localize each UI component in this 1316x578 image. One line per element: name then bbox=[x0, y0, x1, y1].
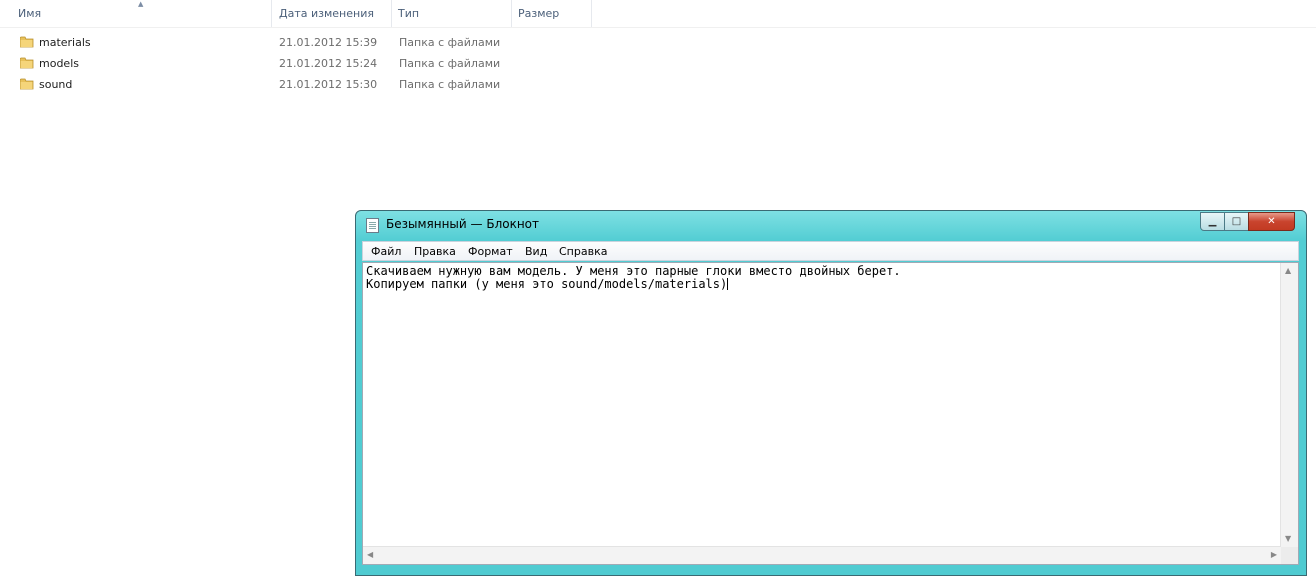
editor-line: Скачиваем нужную вам модель. У меня это … bbox=[366, 264, 901, 278]
list-item[interactable]: sound 21.01.2012 15:30 Папка с файлами bbox=[0, 74, 600, 95]
file-name: sound bbox=[39, 78, 73, 91]
file-date: 21.01.2012 15:30 bbox=[279, 78, 378, 91]
close-button[interactable]: ✕ bbox=[1248, 212, 1295, 231]
scroll-down-icon[interactable]: ▼ bbox=[1285, 534, 1291, 544]
menu-edit[interactable]: Правка bbox=[414, 242, 456, 261]
text-caret bbox=[727, 278, 729, 290]
scroll-up-icon[interactable]: ▲ bbox=[1285, 266, 1291, 276]
minimize-button[interactable]: ▁ bbox=[1200, 212, 1225, 231]
file-date: 21.01.2012 15:24 bbox=[279, 57, 378, 70]
editor-line: Копируем папки (у меня это sound/models/… bbox=[366, 277, 728, 291]
folder-icon bbox=[20, 57, 34, 69]
column-header: Имя ▲ Дата изменения Тип Размер bbox=[0, 0, 1316, 28]
scroll-left-icon[interactable]: ◀ bbox=[367, 550, 373, 560]
menu-file[interactable]: Файл bbox=[371, 242, 401, 261]
column-date-label: Дата изменения bbox=[279, 7, 374, 20]
column-type[interactable]: Тип bbox=[392, 0, 512, 27]
file-name: materials bbox=[39, 36, 91, 49]
notepad-icon bbox=[366, 218, 379, 233]
window-title: Безымянный — Блокнот bbox=[386, 217, 540, 231]
column-size-label: Размер bbox=[518, 7, 560, 20]
list-item[interactable]: materials 21.01.2012 15:39 Папка с файла… bbox=[0, 32, 600, 53]
file-type: Папка с файлами bbox=[399, 36, 501, 49]
file-name: models bbox=[39, 57, 79, 70]
title-bar[interactable]: Безымянный — Блокнот ▁ □ ✕ bbox=[356, 211, 1306, 238]
menu-help[interactable]: Справка bbox=[559, 242, 607, 261]
list-item[interactable]: models 21.01.2012 15:24 Папка с файлами bbox=[0, 53, 600, 74]
scroll-right-icon[interactable]: ▶ bbox=[1271, 550, 1277, 560]
column-type-label: Тип bbox=[398, 7, 420, 20]
column-size[interactable]: Размер bbox=[512, 0, 592, 27]
scrollbar-corner bbox=[1281, 547, 1298, 564]
text-editor[interactable]: Скачиваем нужную вам модель. У меня это … bbox=[362, 262, 1299, 565]
horizontal-scrollbar[interactable]: ◀ ▶ bbox=[363, 546, 1281, 564]
column-name-label: Имя bbox=[18, 7, 42, 20]
vertical-scrollbar[interactable]: ▲ ▼ bbox=[1280, 263, 1298, 547]
file-date: 21.01.2012 15:39 bbox=[279, 36, 378, 49]
file-type: Папка с файлами bbox=[399, 57, 501, 70]
notepad-window[interactable]: Безымянный — Блокнот ▁ □ ✕ Файл Правка Ф… bbox=[355, 210, 1307, 576]
sort-ascending-icon: ▲ bbox=[138, 0, 144, 8]
maximize-button[interactable]: □ bbox=[1224, 212, 1249, 231]
folder-icon bbox=[20, 36, 34, 48]
menu-bar: Файл Правка Формат Вид Справка bbox=[362, 241, 1299, 261]
column-date[interactable]: Дата изменения bbox=[273, 0, 392, 27]
menu-format[interactable]: Формат bbox=[468, 242, 513, 261]
folder-icon bbox=[20, 78, 34, 90]
file-type: Папка с файлами bbox=[399, 78, 501, 91]
editor-text[interactable]: Скачиваем нужную вам модель. У меня это … bbox=[366, 265, 901, 291]
menu-view[interactable]: Вид bbox=[525, 242, 547, 261]
